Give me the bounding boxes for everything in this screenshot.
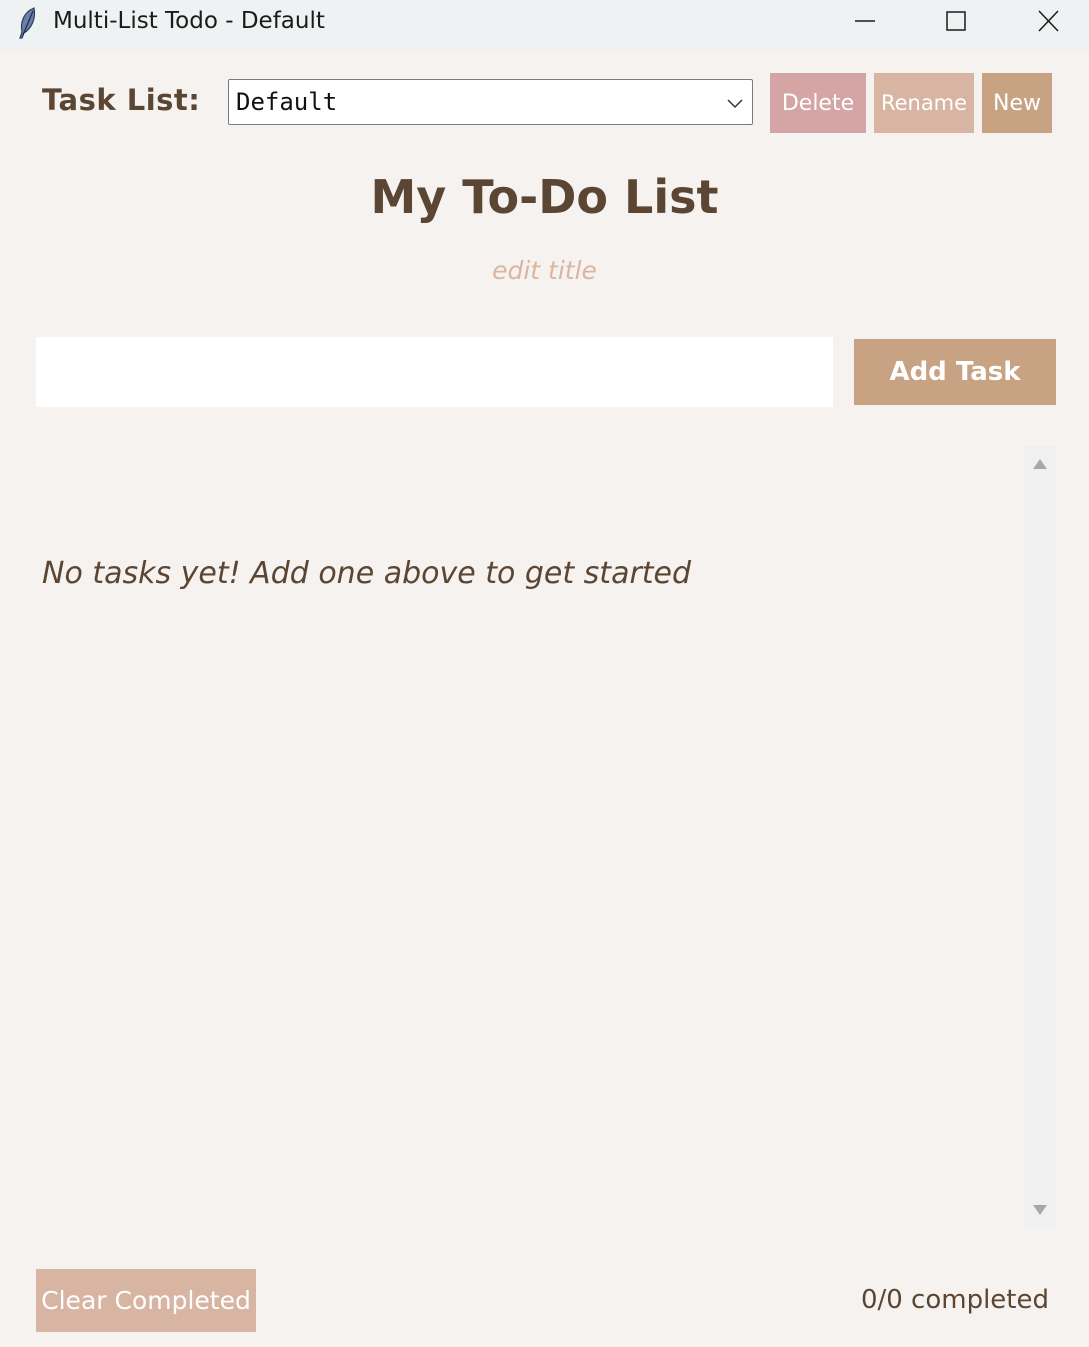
task-input[interactable] [36, 337, 833, 407]
arrow-up-icon [1033, 459, 1047, 469]
close-button[interactable] [1005, 0, 1089, 44]
feather-icon [14, 6, 40, 40]
page-title: My To-Do List [370, 170, 719, 224]
scroll-up-button[interactable] [1024, 446, 1056, 482]
arrow-down-icon [1033, 1205, 1047, 1215]
task-list-area: No tasks yet! Add one above to get start… [36, 446, 1022, 1228]
delete-list-button[interactable]: Delete [770, 73, 866, 133]
task-list-select[interactable]: Default [228, 79, 753, 125]
empty-state-message: No tasks yet! Add one above to get start… [42, 556, 692, 591]
close-icon [1038, 10, 1059, 32]
task-list-label: Task List: [42, 83, 201, 117]
edit-title-link[interactable]: edit title [0, 256, 1089, 285]
new-list-button[interactable]: New [982, 73, 1052, 133]
window-title: Multi-List Todo - Default [53, 8, 325, 34]
title-bar[interactable]: Multi-List Todo - Default [0, 0, 1089, 50]
minimize-button[interactable] [822, 0, 912, 44]
minimize-icon [855, 20, 875, 22]
task-list-selected-value: Default [236, 88, 338, 116]
scroll-down-button[interactable] [1024, 1192, 1056, 1228]
maximize-button[interactable] [912, 0, 1002, 44]
rename-list-button[interactable]: Rename [874, 73, 974, 133]
clear-completed-button[interactable]: Clear Completed [36, 1269, 256, 1332]
task-list-scrollbar[interactable] [1024, 446, 1056, 1228]
app-window: Multi-List Todo - Default Task List: Def… [0, 0, 1089, 1347]
maximize-icon [946, 11, 966, 31]
add-task-button[interactable]: Add Task [854, 339, 1056, 405]
completed-status: 0/0 completed [860, 1285, 1049, 1315]
chevron-down-icon [727, 99, 743, 109]
